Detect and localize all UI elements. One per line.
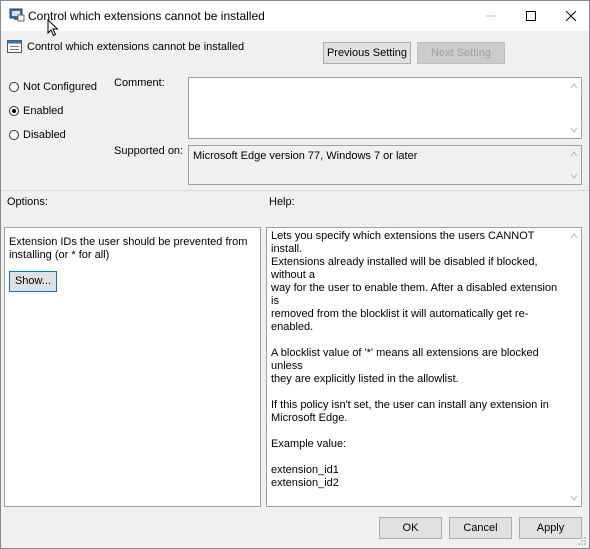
ok-button[interactable]: OK (379, 517, 442, 539)
radio-not-configured-indicator[interactable] (9, 82, 19, 92)
scroll-up-icon[interactable] (570, 150, 578, 158)
policy-editor-icon (9, 8, 25, 22)
radio-enabled-indicator[interactable] (9, 106, 19, 116)
radio-not-configured[interactable]: Not Configured (9, 81, 97, 93)
section-divider (1, 190, 589, 191)
supported-on-value: Microsoft Edge version 77, Windows 7 or … (193, 150, 418, 162)
scroll-down-icon[interactable] (570, 172, 578, 180)
options-description-line1: Extension IDs the user should be prevent… (9, 236, 248, 248)
help-text: Lets you specify which extensions the us… (271, 230, 561, 490)
window-title: Control which extensions cannot be insta… (28, 9, 265, 23)
policy-setting-icon (7, 40, 22, 53)
options-description-line2: installing (or * for all) (9, 249, 110, 261)
scroll-up-icon[interactable] (570, 232, 578, 240)
radio-disabled-label: Disabled (23, 129, 66, 141)
help-line: A blocklist value of '*' means all exten… (271, 347, 539, 372)
radio-not-configured-label: Not Configured (23, 81, 97, 93)
mouse-cursor-icon (47, 19, 59, 37)
supported-scrollbar[interactable] (566, 146, 581, 184)
help-line: they are explicitly listed in the allowl… (271, 373, 459, 385)
comment-label: Comment: (114, 77, 165, 89)
supported-on-field: Microsoft Edge version 77, Windows 7 or … (188, 145, 582, 185)
next-setting-button[interactable]: Next Setting (417, 42, 505, 64)
policy-dialog-window: Control which extensions cannot be insta… (0, 0, 590, 549)
maximize-icon (526, 11, 536, 21)
options-header: Options: (7, 196, 48, 208)
help-example-2: extension_id2 (271, 477, 339, 489)
close-icon (566, 11, 576, 21)
help-example-1: extension_id1 (271, 464, 339, 476)
previous-setting-button[interactable]: Previous Setting (323, 42, 411, 64)
minimize-icon (486, 15, 496, 17)
supported-on-label: Supported on: (114, 145, 184, 157)
scroll-down-icon[interactable] (570, 494, 578, 502)
resize-grip-icon[interactable] (577, 536, 587, 546)
radio-enabled-label: Enabled (23, 105, 64, 117)
scroll-up-icon[interactable] (570, 82, 578, 90)
policy-title: Control which extensions cannot be insta… (27, 41, 245, 53)
show-button[interactable]: Show... (9, 271, 57, 292)
radio-disabled-indicator[interactable] (9, 130, 19, 140)
maximize-button[interactable] (513, 1, 549, 31)
help-line: way for the user to enable them. After a… (271, 282, 558, 307)
help-line: Microsoft Edge. (271, 412, 348, 424)
title-bar[interactable]: Control which extensions cannot be insta… (1, 1, 589, 37)
help-line: Lets you specify which extensions the us… (271, 230, 535, 255)
close-button[interactable] (553, 1, 589, 31)
radio-enabled[interactable]: Enabled (9, 105, 63, 117)
scroll-down-icon[interactable] (570, 126, 578, 134)
help-line: Example value: (271, 438, 347, 450)
help-scrollbar[interactable] (566, 228, 581, 506)
minimize-button[interactable] (473, 1, 509, 31)
help-line: Extensions already installed will be dis… (271, 256, 538, 281)
help-header: Help: (269, 196, 295, 208)
comment-textarea[interactable] (188, 77, 582, 139)
comment-scrollbar[interactable] (566, 78, 581, 138)
apply-button[interactable]: Apply (519, 517, 582, 539)
help-line: removed from the blocklist it will autom… (271, 308, 529, 333)
cancel-button[interactable]: Cancel (449, 517, 512, 539)
help-panel: Lets you specify which extensions the us… (266, 227, 582, 507)
help-line: If this policy isn't set, the user can i… (271, 399, 549, 411)
options-panel: Extension IDs the user should be prevent… (4, 227, 261, 507)
options-description: Extension IDs the user should be prevent… (9, 236, 247, 262)
radio-disabled[interactable]: Disabled (9, 129, 66, 141)
